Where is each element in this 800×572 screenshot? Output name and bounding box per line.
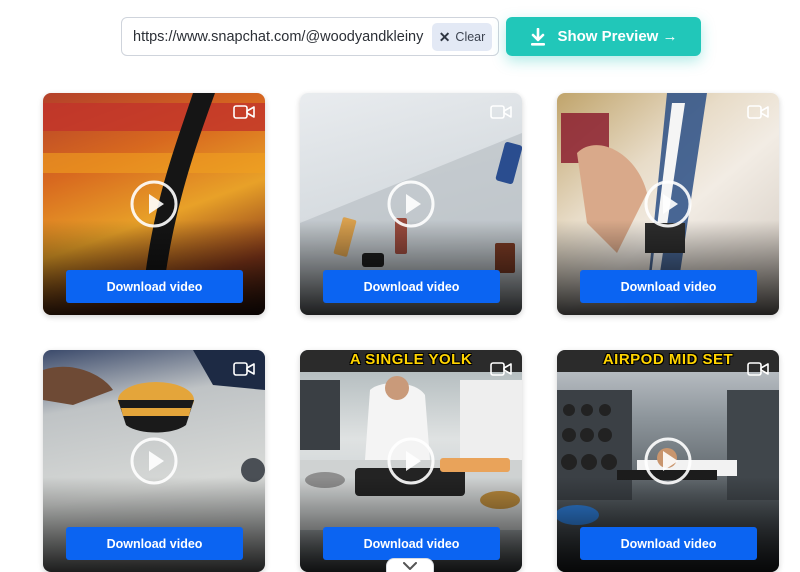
video-camera-icon [490,362,512,376]
download-video-button[interactable]: Download video [580,270,757,303]
download-video-button[interactable]: Download video [323,527,500,560]
show-preview-label: Show Preview → [557,28,678,45]
scroll-down-tab[interactable] [386,558,434,572]
play-icon[interactable] [129,179,179,229]
clear-label: Clear [455,30,486,44]
url-input[interactable] [133,21,433,52]
video-camera-icon [490,105,512,119]
play-icon[interactable] [643,179,693,229]
video-camera-icon [233,105,255,119]
clear-button[interactable]: ✕ Clear [432,23,492,51]
video-card: AIRPOD MID SET Download video [557,350,779,572]
video-card: Download video [300,93,522,315]
url-input-container: ✕ Clear [121,17,499,56]
show-preview-button[interactable]: Show Preview → [506,17,701,56]
play-icon[interactable] [129,436,179,486]
video-caption: A SINGLE YOLK [349,351,473,368]
download-video-button[interactable]: Download video [66,527,243,560]
video-card: Download video [43,350,265,572]
download-video-button[interactable]: Download video [580,527,757,560]
play-icon[interactable] [386,179,436,229]
play-icon[interactable] [643,436,693,486]
close-icon: ✕ [438,29,451,45]
video-camera-icon [747,105,769,119]
video-card: A SINGLE YOLK Download video [300,350,522,572]
download-icon [531,27,546,46]
download-video-button[interactable]: Download video [66,270,243,303]
chevron-down-icon [403,562,417,570]
play-icon[interactable] [386,436,436,486]
video-card: Download video [557,93,779,315]
video-caption: AIRPOD MID SET [602,351,734,368]
video-camera-icon [233,362,255,376]
video-camera-icon [747,362,769,376]
video-card: Download video [43,93,265,315]
download-video-button[interactable]: Download video [323,270,500,303]
